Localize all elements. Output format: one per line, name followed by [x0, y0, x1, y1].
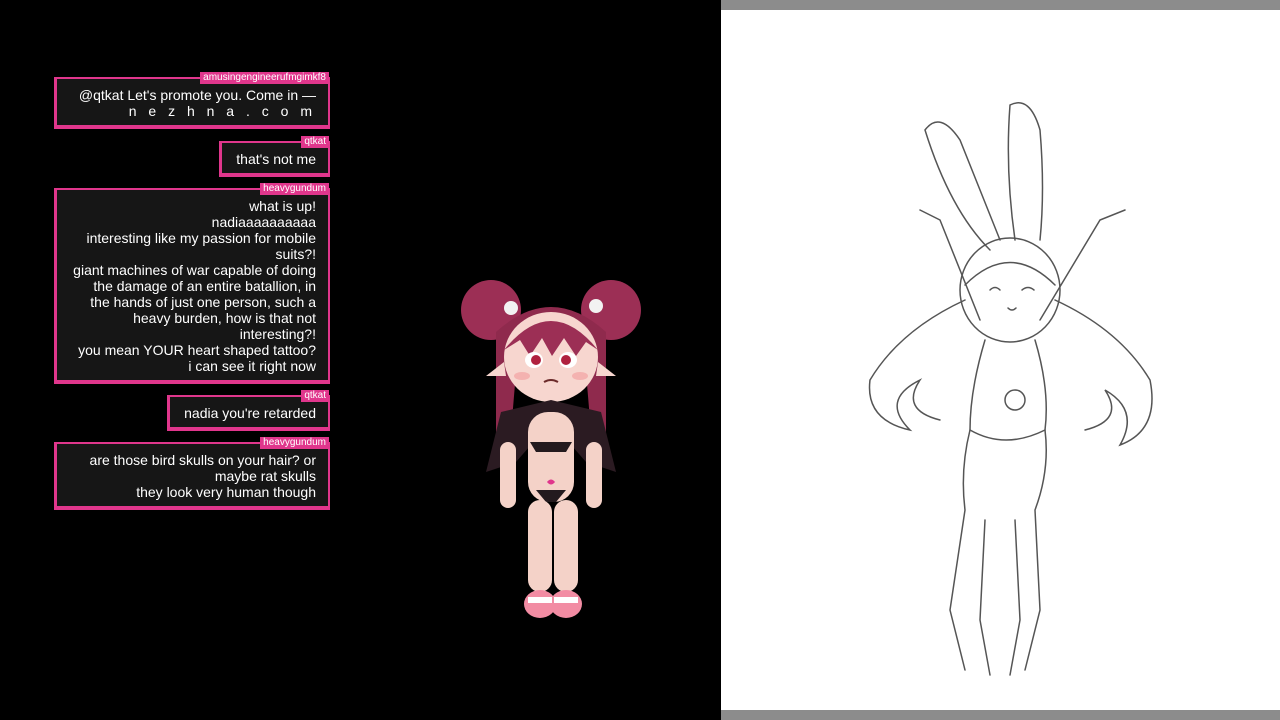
chat-line: maybe rat skulls: [214, 468, 316, 484]
chat-line: i can see it right now: [188, 358, 316, 374]
chat-line: nadiaaaaaaaaaa: [211, 214, 316, 230]
chat-bubble: heavygundum are those bird skulls on you…: [54, 437, 330, 510]
chat-line: n e z h n a . c o m: [128, 103, 316, 119]
chat-line: interesting like my passion for mobile: [86, 230, 316, 246]
chat-username: qtkat: [301, 390, 329, 402]
chat-message: qtkat nadia you're retarded: [167, 390, 330, 431]
chat-bubble: heavygundum what is up! nadiaaaaaaaaaa i…: [54, 183, 330, 384]
chat-line: what is up!: [249, 198, 316, 214]
bunny-girl-sketch: [868, 102, 1153, 676]
chat-line: nadia you're retarded: [184, 405, 316, 421]
canvas-scrollbar[interactable]: [721, 710, 1280, 720]
vtuber-avatar: [461, 280, 641, 618]
chat-line: heavy burden, how is that not: [133, 310, 316, 326]
chat-line: that's not me: [236, 151, 316, 167]
chat-username: heavygundum: [260, 437, 329, 449]
chat-line: giant machines of war capable of doing: [73, 262, 316, 278]
chat-message: qtkat that's not me: [219, 136, 330, 177]
stream-background: amusingengineerufmgimkf8 @qtkat Let's pr…: [0, 0, 721, 720]
chat-line: interesting?!: [239, 326, 316, 342]
chat-message: heavygundum are those bird skulls on you…: [54, 437, 330, 510]
chat-line: they look very human though: [136, 484, 316, 500]
chat-message: amusingengineerufmgimkf8 @qtkat Let's pr…: [54, 72, 330, 129]
chat-line: suits?!: [275, 246, 316, 262]
skull-clip-icon: [589, 299, 603, 313]
chat-username: amusingengineerufmgimkf8: [200, 72, 329, 84]
chat-line: the hands of just one person, such a: [90, 294, 316, 310]
chat-line: the damage of an entire batallion, in: [93, 278, 316, 294]
chat-username: heavygundum: [260, 183, 329, 195]
canvas-top-bar: [721, 0, 1280, 10]
chat-message: heavygundum what is up! nadiaaaaaaaaaa i…: [54, 183, 330, 384]
chat-username: qtkat: [301, 136, 329, 148]
chat-bubble: qtkat nadia you're retarded: [167, 390, 330, 431]
skull-clip-icon: [504, 301, 518, 315]
chat-line: @qtkat Let's promote you. Come in —: [78, 87, 316, 103]
chat-line: are those bird skulls on your hair? or: [89, 452, 316, 468]
chat-line: you mean YOUR heart shaped tattoo?: [78, 342, 316, 358]
chat-bubble: amusingengineerufmgimkf8 @qtkat Let's pr…: [54, 72, 330, 129]
chat-bubble: qtkat that's not me: [219, 136, 330, 177]
